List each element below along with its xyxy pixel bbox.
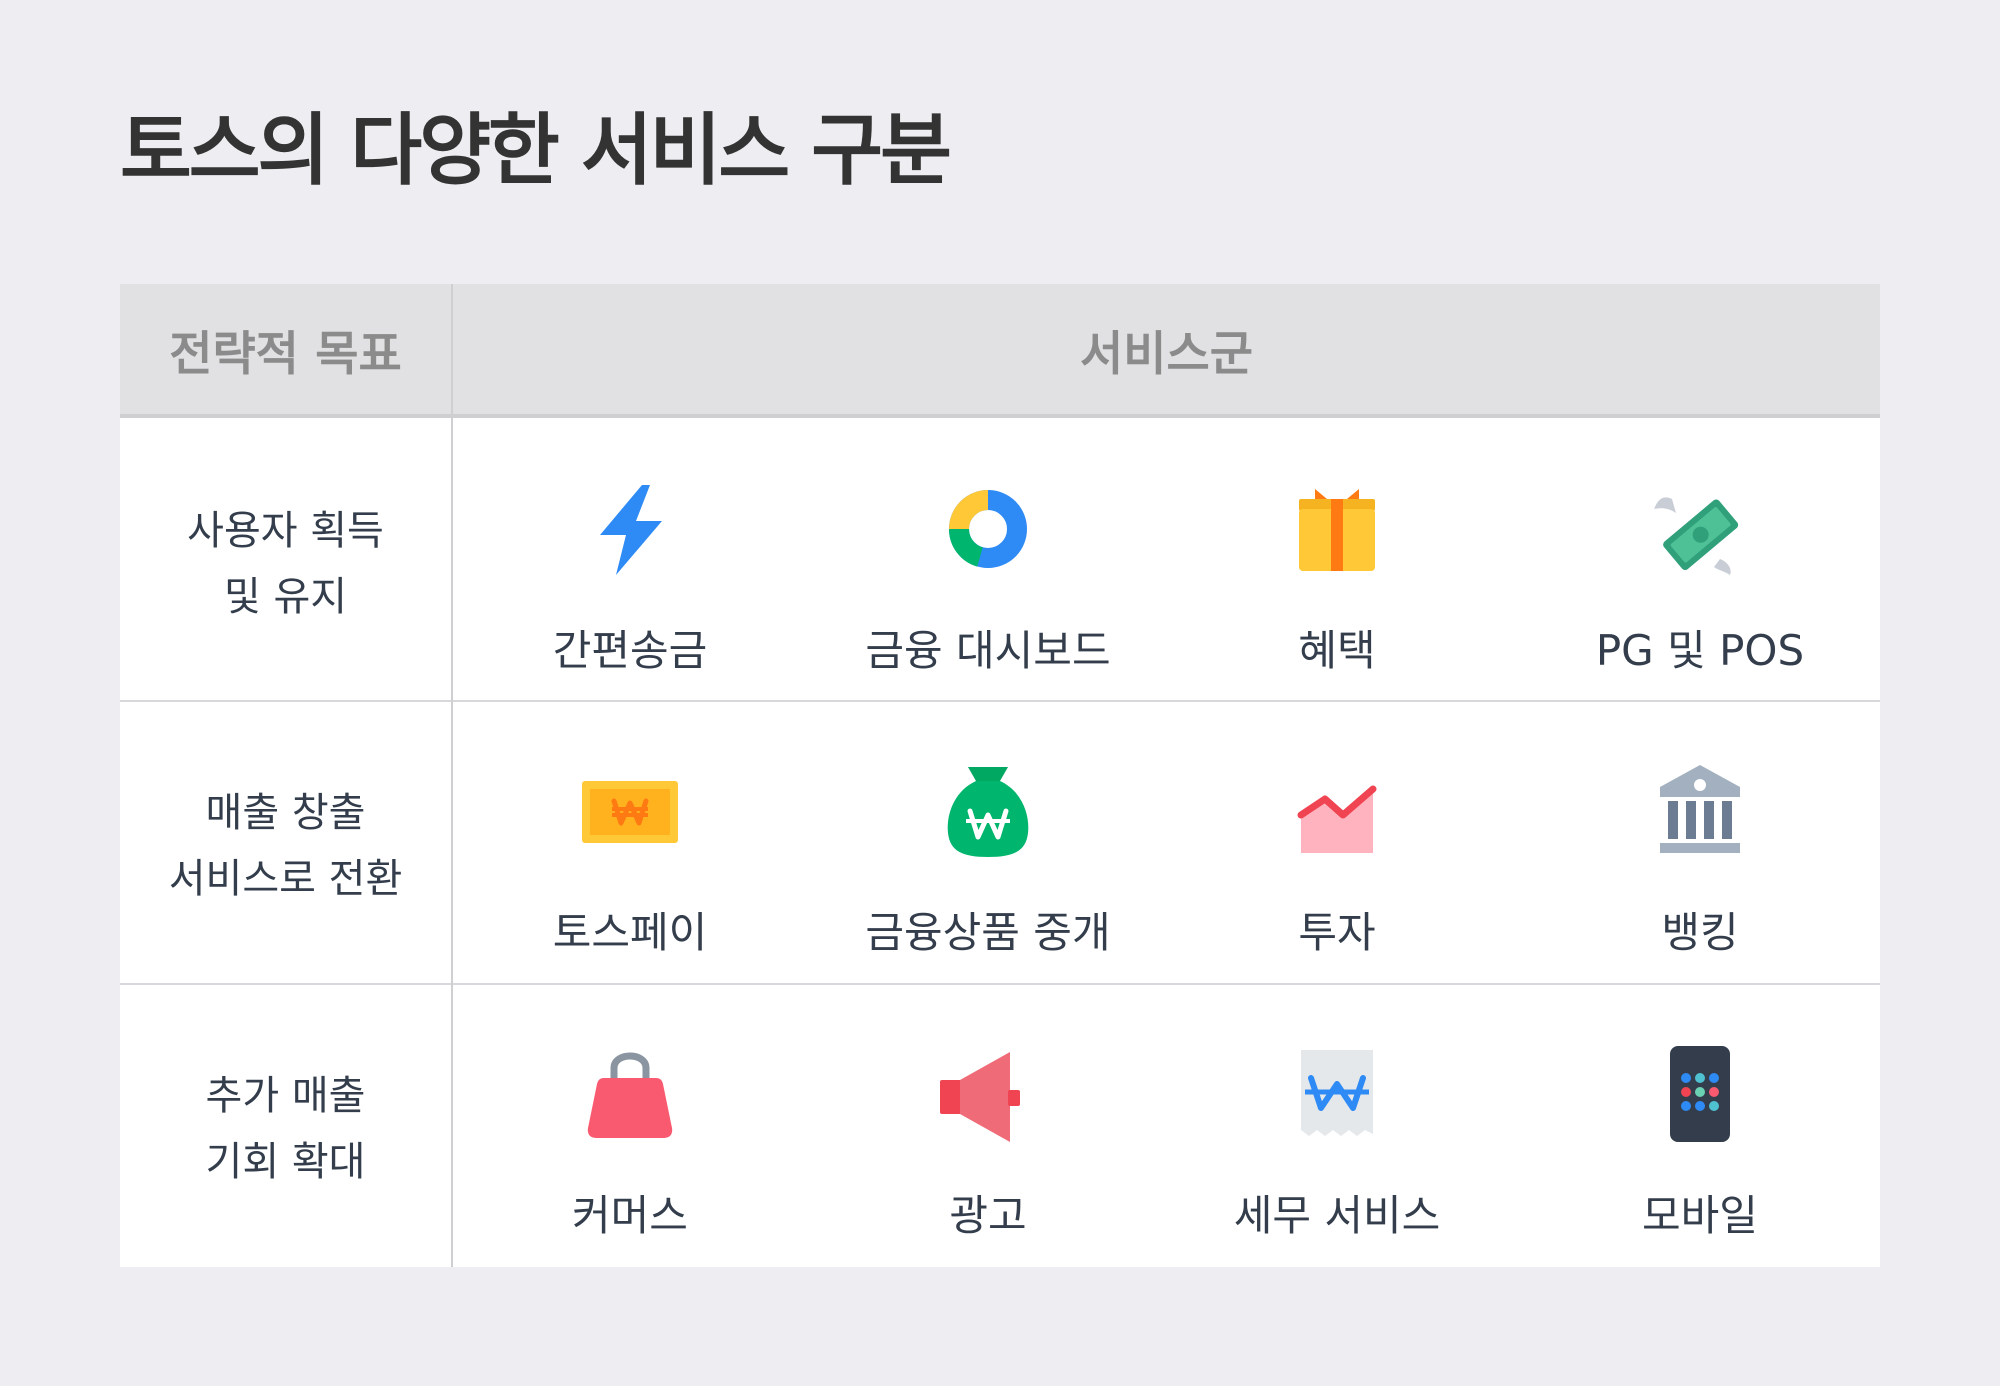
- goal-line: 사용자 획득: [187, 507, 384, 554]
- service-label: 뱅킹: [1661, 908, 1739, 957]
- service-label: PG 및 POS: [1595, 626, 1805, 675]
- receipt-icon: [1287, 1044, 1387, 1144]
- table-row: 사용자 획득 및 유지 간편송금 금융 대시보드 혜택 PG 및 POS: [120, 423, 1880, 704]
- donut-chart-icon: [938, 479, 1038, 579]
- service-item: 금융상품 중개: [808, 705, 1168, 986]
- service-label: 투자: [1298, 908, 1376, 957]
- service-label: 광고: [949, 1191, 1027, 1240]
- winged-money-icon: [1650, 479, 1750, 579]
- service-item: 뱅킹: [1520, 705, 1880, 986]
- mobile-phone-icon: [1650, 1044, 1750, 1144]
- money-bag-icon: [938, 761, 1038, 861]
- service-label: 혜택: [1298, 626, 1376, 675]
- service-label: 모바일: [1642, 1191, 1758, 1240]
- service-item: 금융 대시보드: [808, 423, 1168, 704]
- table-header: 전략적 목표 서비스군: [120, 284, 1880, 418]
- table-row: 매출 창출 서비스로 전환 토스페이 금융상품 중개 투자 뱅킹: [120, 705, 1880, 986]
- gift-box-icon: [1287, 479, 1387, 579]
- service-label: 간편송금: [552, 626, 708, 675]
- page-title: 토스의 다양한 서비스 구분: [120, 106, 952, 196]
- bank-building-icon: [1650, 761, 1750, 861]
- goal-line: 추가 매출: [205, 1072, 366, 1119]
- service-item: 간편송금: [450, 423, 810, 704]
- shopping-bag-icon: [580, 1044, 680, 1144]
- row-goal: 사용자 획득 및 유지: [120, 423, 451, 704]
- won-bill-icon: [580, 761, 680, 861]
- header-strategic-goal: 전략적 목표: [169, 326, 402, 382]
- row-divider: [120, 700, 1880, 702]
- column-divider: [451, 284, 453, 1267]
- header-service-group: 서비스군: [1080, 326, 1253, 382]
- row-divider: [120, 983, 1880, 985]
- service-item: 모바일: [1520, 988, 1880, 1269]
- service-item: 토스페이: [450, 705, 810, 986]
- service-label: 금융 대시보드: [865, 626, 1111, 675]
- service-item: 광고: [808, 988, 1168, 1269]
- goal-line: 서비스로 전환: [168, 855, 403, 902]
- table-row: 추가 매출 기회 확대 커머스 광고 세무 서비스 모바일: [120, 988, 1880, 1269]
- rising-chart-icon: [1287, 761, 1387, 861]
- goal-line: 기회 확대: [205, 1138, 366, 1185]
- service-label: 금융상품 중개: [865, 908, 1111, 957]
- service-item: 커머스: [450, 988, 810, 1269]
- row-goal: 추가 매출 기회 확대: [120, 988, 451, 1269]
- service-label: 토스페이: [552, 908, 708, 957]
- megaphone-icon: [938, 1044, 1038, 1144]
- service-label: 커머스: [572, 1191, 688, 1240]
- service-item: PG 및 POS: [1520, 423, 1880, 704]
- service-item: 혜택: [1157, 423, 1517, 704]
- goal-line: 매출 창출: [205, 789, 366, 836]
- service-item: 투자: [1157, 705, 1517, 986]
- service-label: 세무 서비스: [1233, 1191, 1441, 1240]
- service-table: 전략적 목표 서비스군 사용자 획득 및 유지 간편송금 금융 대시보드 혜택 …: [120, 284, 1880, 1267]
- row-goal: 매출 창출 서비스로 전환: [120, 705, 451, 986]
- goal-line: 및 유지: [223, 573, 348, 620]
- service-item: 세무 서비스: [1157, 988, 1517, 1269]
- lightning-bolt-icon: [580, 479, 680, 579]
